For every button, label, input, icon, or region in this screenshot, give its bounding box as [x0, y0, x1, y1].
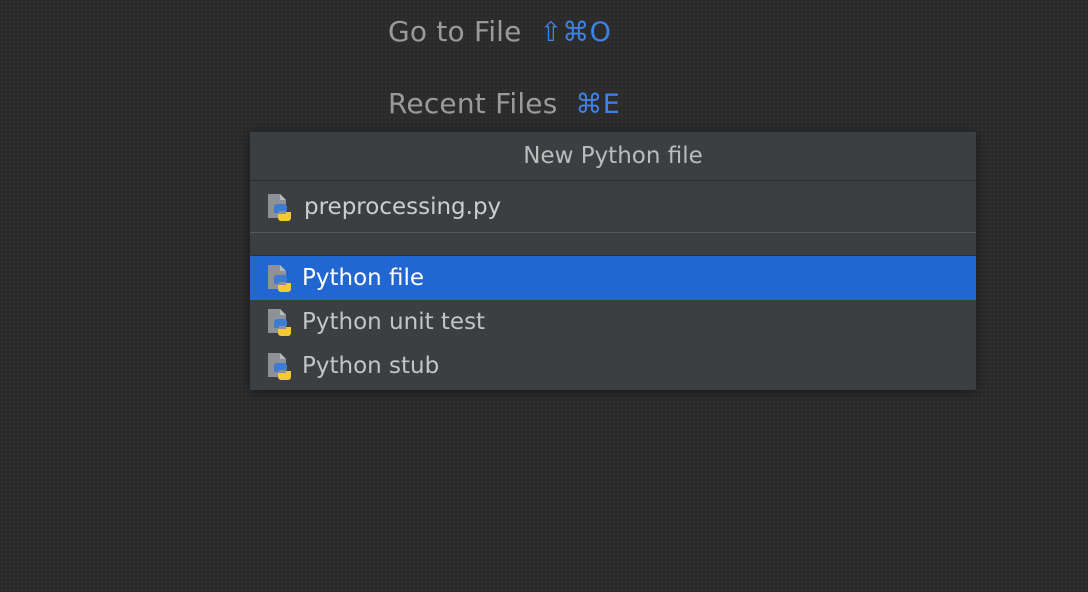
list-separator [250, 233, 976, 256]
file-type-label: Python unit test [302, 309, 486, 335]
python-file-icon [268, 193, 291, 221]
recent-files-label: Recent Files [388, 87, 558, 120]
filename-field-row[interactable] [250, 181, 976, 233]
new-python-file-popup: New Python file Python file [250, 132, 976, 390]
file-type-label: Python file [302, 265, 425, 291]
python-file-icon [268, 353, 291, 380]
go-to-file-hint: Go to File ⇧⌘O [388, 15, 611, 48]
filename-input[interactable] [304, 193, 904, 220]
file-type-python-stub[interactable]: Python stub [250, 344, 976, 388]
popup-title: New Python file [250, 132, 976, 181]
file-type-list: Python file Python unit test Python stub [250, 256, 976, 388]
go-to-file-shortcut: ⇧⌘O [539, 17, 612, 48]
file-type-label: Python stub [302, 353, 440, 379]
python-file-icon [268, 309, 291, 336]
recent-files-hint: Recent Files ⌘E [388, 87, 620, 120]
python-file-icon [268, 265, 291, 292]
recent-files-shortcut: ⌘E [575, 89, 620, 120]
file-type-python-file[interactable]: Python file [250, 256, 976, 300]
go-to-file-label: Go to File [388, 15, 522, 48]
file-type-python-unit-test[interactable]: Python unit test [250, 300, 976, 344]
